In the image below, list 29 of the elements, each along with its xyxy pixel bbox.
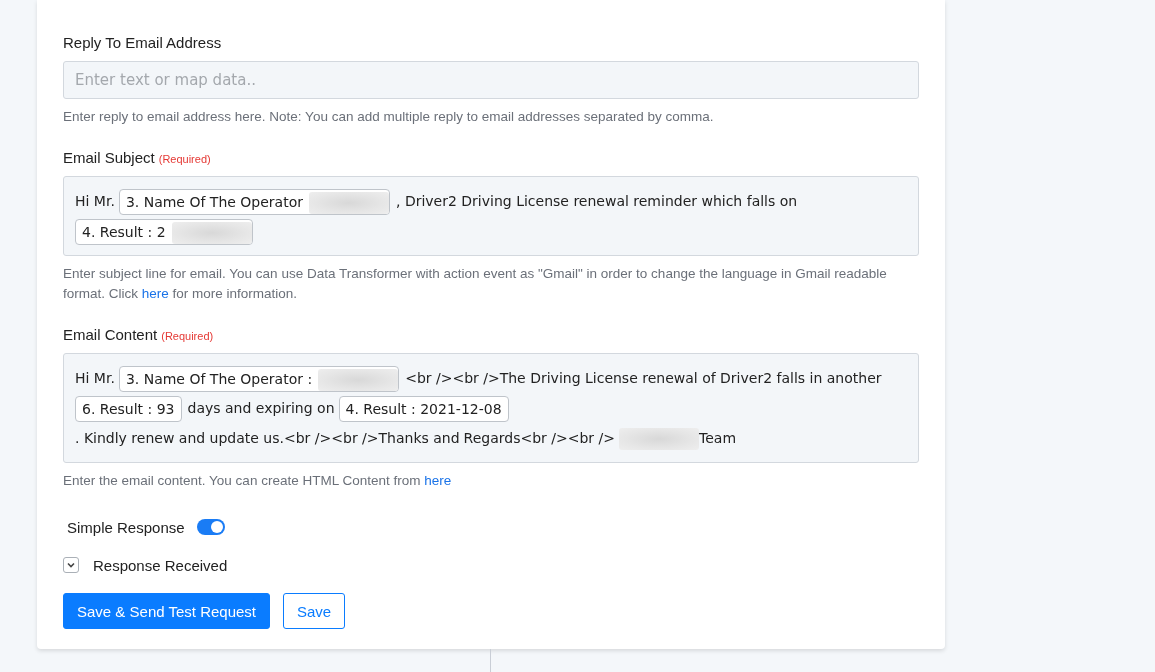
field-label: Reply To Email Address	[63, 34, 223, 51]
data-token[interactable]: 3. Name Of The Operator :	[118, 366, 400, 392]
editor-text: <br /><br />The Driving License renewal of Driver2 falls in another	[405, 370, 882, 386]
editor-text: days and expiring on	[187, 400, 335, 416]
data-token[interactable]: 4. Result : 2	[75, 219, 253, 245]
field-label: Email Content	[63, 326, 158, 343]
editor-field[interactable]: Hi Mr. 3. Name Of The Operator , Driver2 Driving License renewal reminder which falls on 4. Result : 2	[63, 176, 919, 256]
data-token[interactable]: 4. Result : 2021-12-08	[338, 396, 509, 422]
help-link[interactable]: here	[424, 473, 452, 488]
editor-text: Hi Mr.	[75, 370, 115, 386]
help-text: Enter the email content. You can create HTML Content from here	[63, 472, 453, 490]
help-text: Enter reply to email address here. Note: You can add multiple reply to email addresses separated by comma.	[63, 108, 715, 126]
send-test-button[interactable]: Save & Send Test Request	[63, 593, 270, 629]
option-label: Simple Response	[67, 518, 185, 536]
help-link[interactable]: here	[141, 286, 169, 301]
input-field[interactable]: Enter text or map data..	[63, 61, 919, 99]
data-token[interactable]: 6. Result : 93	[75, 396, 182, 422]
save-button[interactable]: Save	[283, 593, 346, 629]
editor-text: . Kindly renew and update us.<br /><br />Thanks and	[75, 430, 460, 446]
help-text: Enter subject line for email. You can use Data Transformer with action event as "Gmail" in order to change the language in Gmail readable format. Click here for more information.	[63, 265, 888, 303]
editor-text: Regards<br /><br />	[463, 430, 616, 446]
required-note: (Required)	[161, 330, 214, 342]
option-label: Response Received	[93, 556, 228, 574]
required-note: (Required)	[158, 153, 211, 165]
editor-text: Team	[699, 430, 737, 446]
field-label: Email Subject	[63, 149, 155, 166]
data-token[interactable]: 3. Name Of The Operator	[118, 189, 390, 215]
editor-text: Hi Mr.	[75, 193, 115, 209]
editor-text: , Driver2 Driving License renewal reminder which falls on	[396, 193, 798, 209]
